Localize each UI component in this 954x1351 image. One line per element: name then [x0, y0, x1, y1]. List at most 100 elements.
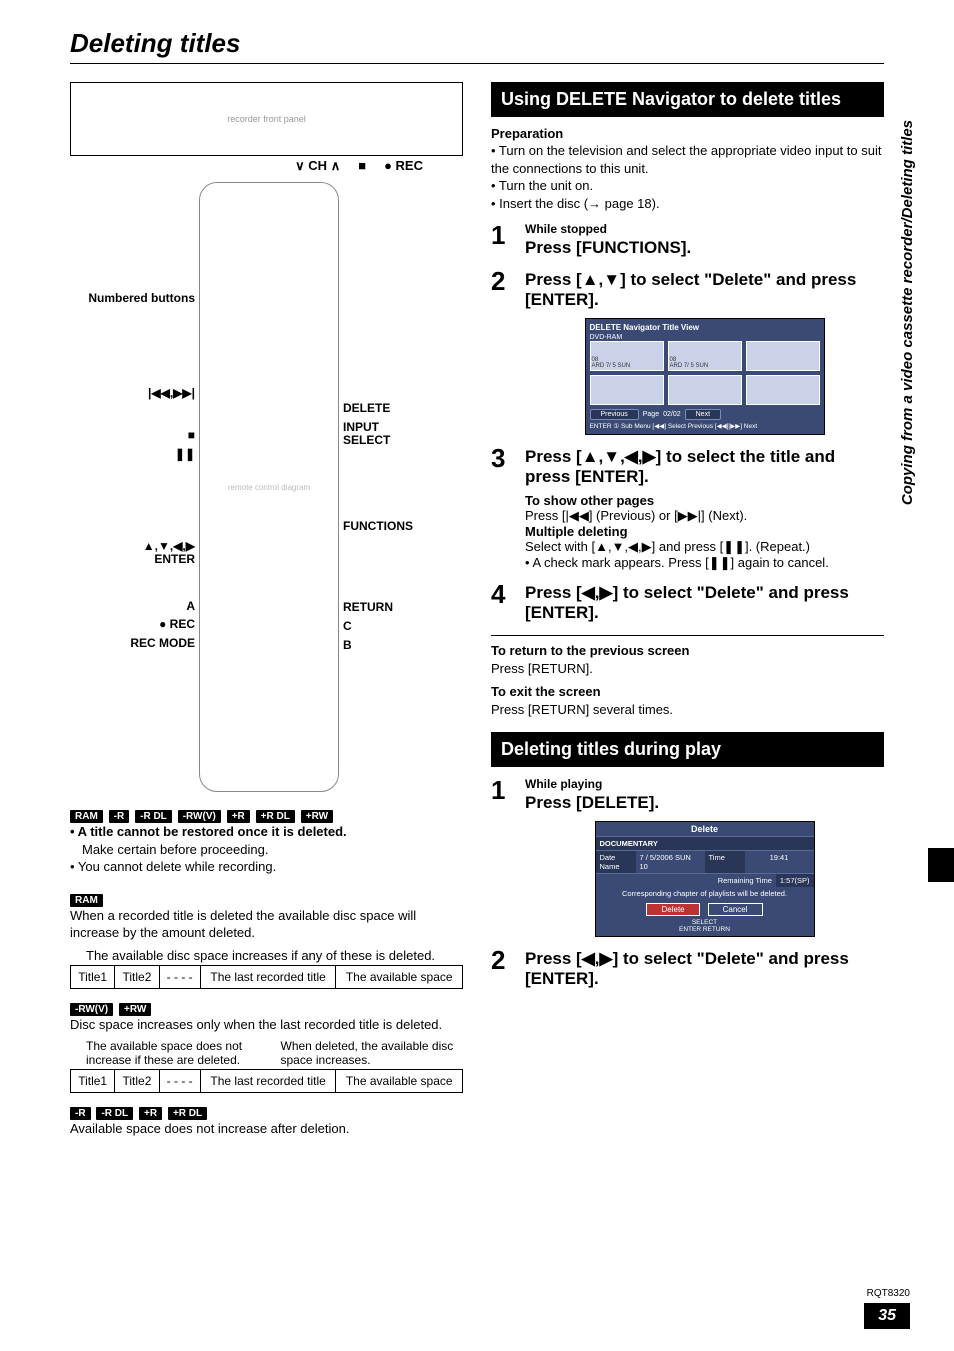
return-prev-heading: To return to the previous screen — [491, 642, 884, 660]
prep-3: • Insert the disc (→ page 18). — [491, 195, 884, 213]
s3-e: • A check mark appears. Press [❚❚] again… — [525, 555, 884, 571]
space-table-1: Title1 Title2 - - - - The last recorded … — [70, 965, 463, 989]
doc-code: RQT8320 — [864, 1288, 910, 1299]
dlg-title: Delete — [596, 822, 814, 836]
table-row: Title1 Title2 - - - - The last recorded … — [71, 965, 463, 988]
label-skip: |◀◀,▶▶| — [70, 387, 195, 400]
badge: +R — [227, 810, 250, 823]
s3-b: Press [|◀◀] (Previous) or [▶▶|] (Next). — [525, 508, 884, 524]
badge: -R DL — [135, 810, 172, 823]
nav-thumb: 08 ARD 7/ 5 SUN — [590, 341, 664, 371]
step-number: 1 — [491, 222, 515, 258]
badge: +R DL — [168, 1107, 207, 1120]
cell: Title2 — [115, 1070, 159, 1093]
stop-icon: ■ — [358, 158, 366, 174]
step-1-main: Press [FUNCTIONS]. — [525, 238, 884, 258]
remote-right-callouts: DELETE INPUT SELECT FUNCTIONS RETURN C B — [343, 182, 453, 658]
cell: - - - - — [159, 1070, 200, 1093]
divider — [491, 635, 884, 636]
badges-ram: RAM — [70, 890, 463, 907]
nav-hint: ENTER ① Sub Menu [◀◀] Select Previous [◀… — [590, 422, 820, 430]
warning-no-delete-recording: • You cannot delete while recording. — [70, 858, 463, 876]
dlg-remain-lab: Remaining Time — [596, 874, 776, 887]
step-4: 4 Press [◀,▶] to select "Delete" and pre… — [491, 581, 884, 623]
r-note: Available space does not increase after … — [70, 1120, 463, 1138]
step-number: 3 — [491, 445, 515, 487]
step-1-pre: While stopped — [525, 222, 884, 236]
dlg-cancel-button: Cancel — [708, 903, 763, 916]
dlg-time-lab: Time — [705, 851, 745, 873]
device-labels: ∨ CH ∧ ■ ● REC — [70, 158, 463, 174]
remote-illustration: remote control diagram — [199, 182, 339, 792]
section-delete-during-play: Deleting titles during play — [491, 732, 884, 767]
nav-sub: DVD-RAM — [590, 334, 820, 341]
p2-main: Press [◀,▶] to select "Delete" and press… — [525, 949, 884, 989]
badges-row-1: RAM -R -R DL -RW(V) +R +R DL +RW — [70, 806, 463, 823]
cell: The available space — [336, 965, 463, 988]
step-3: 3 Press [▲,▼,◀,▶] to select the title an… — [491, 445, 884, 487]
badges-r: -R -R DL +R +R DL — [70, 1103, 463, 1120]
rw-note: Disc space increases only when the last … — [70, 1016, 463, 1034]
s3-a: To show other pages — [525, 493, 884, 508]
nav-thumb — [668, 375, 742, 405]
remote-left-callouts: Numbered buttons |◀◀,▶▶| ■ ❚❚ ▲,▼,◀,▶ EN… — [70, 182, 195, 655]
left-column: recorder front panel ∨ CH ∧ ■ ● REC Numb… — [70, 82, 463, 1138]
cell: The last recorded title — [200, 965, 336, 988]
badges-rw: -RW(V) +RW — [70, 999, 463, 1016]
label-delete: DELETE — [343, 402, 453, 415]
badge: -RW(V) — [178, 810, 221, 823]
delete-dialog-screenshot: Delete DOCUMENTARY Date Name 7 / 5/2006 … — [595, 821, 815, 937]
dlg-time-val: 19:41 — [745, 851, 814, 873]
badge: -RW(V) — [70, 1003, 113, 1016]
p1-pre: While playing — [525, 777, 884, 791]
badge: -R DL — [96, 1107, 133, 1120]
nav-thumb: 08 ARD 7/ 5 SUN — [668, 341, 742, 371]
page-number: 35 — [864, 1303, 910, 1329]
step-4-main: Press [◀,▶] to select "Delete" and press… — [525, 583, 884, 623]
space-table-2: Title1 Title2 - - - - The last recorded … — [70, 1069, 463, 1093]
label-rec-mode: REC MODE — [70, 637, 195, 650]
nav-page-label: Page — [643, 411, 659, 418]
nav-thumb — [746, 341, 820, 371]
step-number: 1 — [491, 777, 515, 937]
dlg-delete-button: Delete — [646, 903, 699, 916]
warning-no-restore: • A title cannot be restored once it is … — [70, 823, 463, 841]
label-c: C — [343, 620, 453, 633]
label-return: RETURN — [343, 601, 453, 614]
dlg-doc: DOCUMENTARY — [596, 837, 814, 850]
label-numbered: Numbered buttons — [70, 292, 195, 305]
caption-b: When deleted, the available disc space i… — [281, 1039, 464, 1067]
exit-heading: To exit the screen — [491, 683, 884, 701]
space-caption-1: The available disc space increases if an… — [86, 948, 463, 963]
page-footer: RQT8320 35 — [864, 1288, 910, 1329]
table-row: Title1 Title2 - - - - The last recorded … — [71, 1070, 463, 1093]
right-column: Using DELETE Navigator to delete titles … — [491, 82, 884, 1138]
two-captions: The available space does not increase if… — [86, 1039, 463, 1067]
badge: -R — [109, 810, 130, 823]
dlg-chap: Corresponding chapter of playlists will … — [596, 887, 814, 900]
step-3-sub: To show other pages Press [|◀◀] (Previou… — [525, 493, 884, 571]
step-1: 1 While stopped Press [FUNCTIONS]. — [491, 222, 884, 258]
badge: +RW — [301, 810, 333, 823]
play-step-2: 2 Press [◀,▶] to select "Delete" and pre… — [491, 947, 884, 989]
dlg-hint: SELECT ENTER RETURN — [596, 919, 814, 936]
nav-thumb — [746, 375, 820, 405]
play-step-1: 1 While playing Press [DELETE]. Delete D… — [491, 777, 884, 937]
cell: Title2 — [115, 965, 159, 988]
label-a: A — [70, 600, 195, 613]
step-number: 4 — [491, 581, 515, 623]
label-arrows: ▲,▼,◀,▶ ENTER — [70, 540, 195, 565]
exit-body: Press [RETURN] several times. — [491, 701, 884, 719]
step-2: 2 Press [▲,▼] to select "Delete" and pre… — [491, 268, 884, 435]
label-input-select: INPUT SELECT — [343, 421, 453, 447]
step-3-main: Press [▲,▼,◀,▶] to select the title and … — [525, 447, 884, 487]
label-pause: ❚❚ — [70, 448, 195, 461]
badge: -R — [70, 1107, 91, 1120]
label-rec: ● REC — [70, 618, 195, 631]
return-prev-body: Press [RETURN]. — [491, 660, 884, 678]
ch-label: ∨ CH ∧ — [295, 158, 340, 174]
badge: +R DL — [256, 810, 295, 823]
dlg-date-lab: Date Name — [596, 851, 636, 873]
nav-page-num: 02/02 — [663, 411, 681, 418]
nav-prev: Previous — [590, 409, 639, 420]
